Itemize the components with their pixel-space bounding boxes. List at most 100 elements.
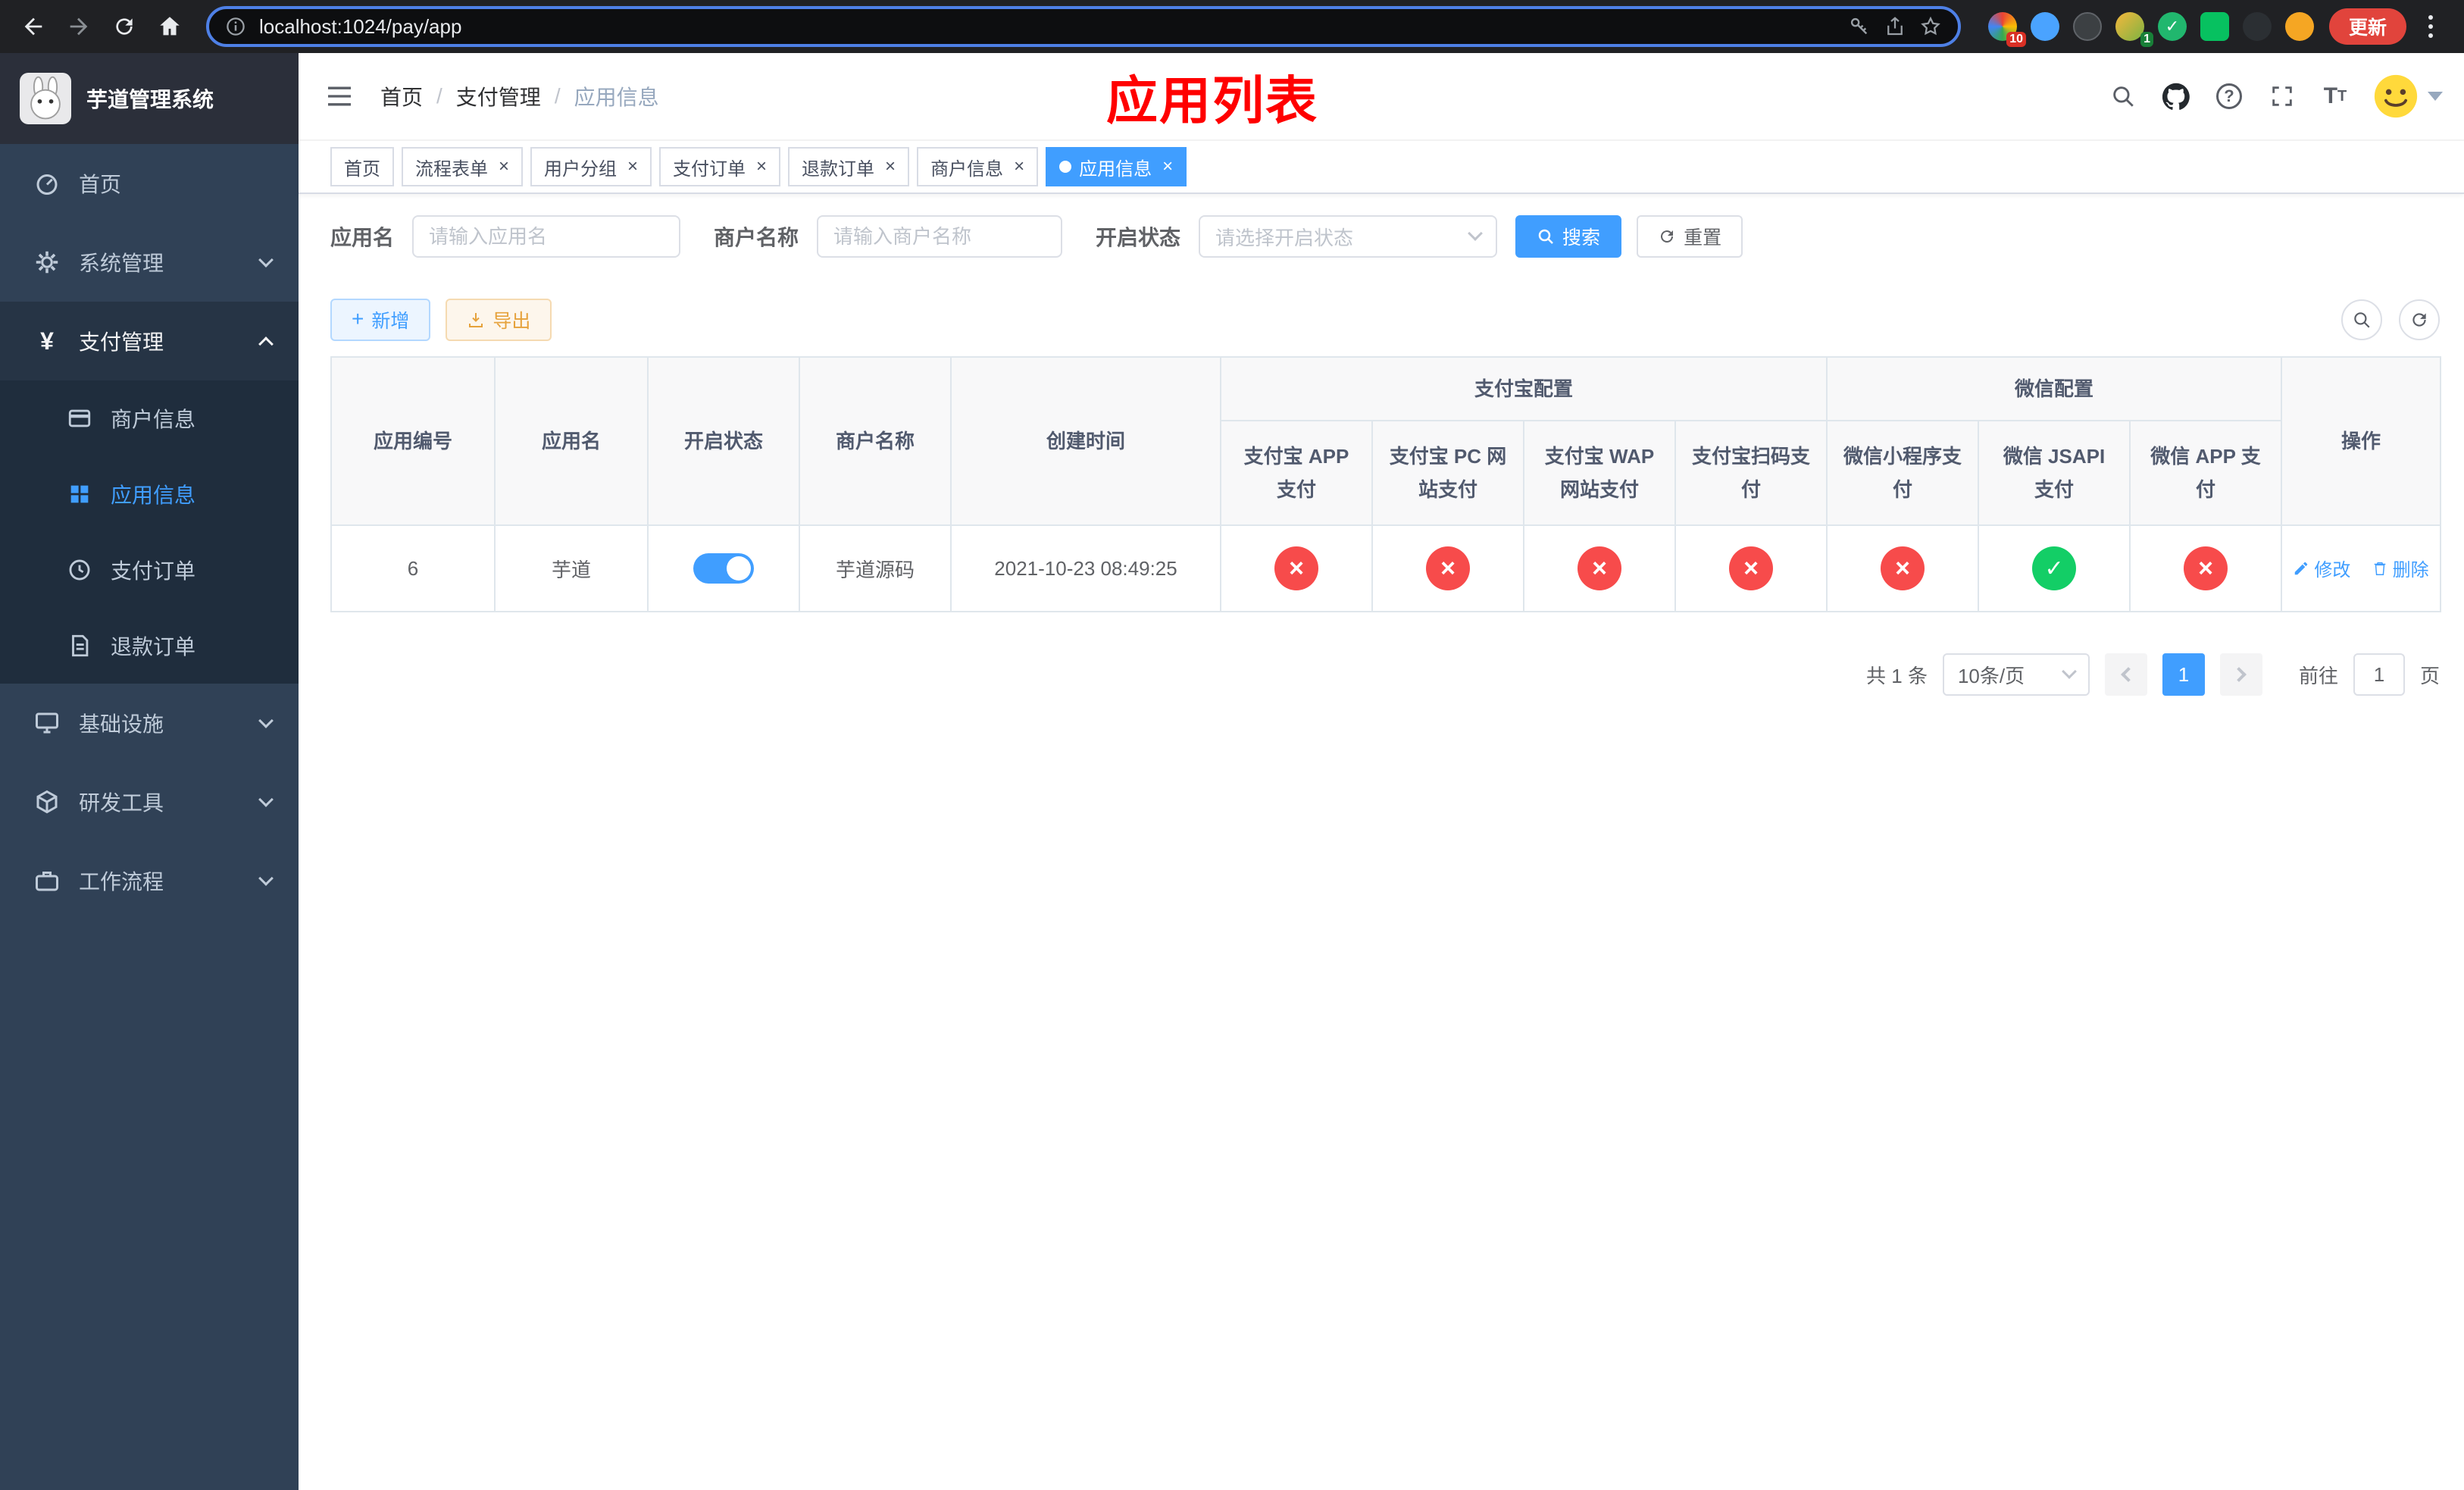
col-alipay-wap: 支付宝 WAP 网站支付 [1523, 420, 1676, 526]
extensions-bar: 10 1 ✓ [1987, 12, 2314, 47]
extension-drop-icon[interactable] [2030, 12, 2059, 41]
tab-close-icon[interactable] [885, 158, 896, 176]
tab-close-icon[interactable] [499, 158, 509, 176]
reset-button[interactable]: 重置 [1637, 215, 1743, 258]
page-1-button[interactable]: 1 [2162, 653, 2205, 696]
tab-user-group[interactable]: 用户分组 [530, 147, 652, 186]
extension-badge: 10 [2006, 32, 2026, 47]
extension-face-icon[interactable] [2284, 12, 2314, 41]
prev-page-button[interactable] [2104, 653, 2147, 696]
cell-app-id: 6 [330, 524, 496, 612]
extension-colorwheel-icon[interactable]: 10 [1987, 12, 2026, 47]
extension-dark-icon[interactable] [2072, 12, 2102, 41]
tab-refund-order[interactable]: 退款订单 [788, 147, 910, 186]
add-button[interactable]: 新增 [330, 299, 431, 341]
edit-link[interactable]: 修改 [2293, 555, 2350, 581]
col-group-wechat: 微信配置 [1826, 356, 2283, 421]
browser-chrome: localhost:1024/pay/app 10 1 ✓ 更新 [0, 0, 2464, 53]
forward-icon [70, 17, 88, 36]
breadcrumb-home[interactable]: 首页 [380, 81, 423, 111]
merchant-name-input[interactable] [817, 215, 1063, 258]
next-page-button[interactable] [2219, 653, 2262, 696]
tab-home[interactable]: 首页 [330, 147, 394, 186]
fullscreen-icon[interactable] [2267, 81, 2297, 111]
tags-view-bar: 首页 流程表单 用户分组 支付订单 退款订单 商户信息 应用信息 [299, 141, 2464, 194]
sidebar-item-app-info[interactable]: 应用信息 [0, 456, 299, 532]
sidebar-item-workflow[interactable]: 工作流程 [0, 841, 299, 920]
page-size-select[interactable]: 10条/页 [1942, 653, 2090, 696]
sidebar-item-refund-order[interactable]: 退款订单 [0, 608, 299, 684]
tab-close-icon[interactable] [627, 158, 638, 176]
url-bar[interactable]: localhost:1024/pay/app [206, 6, 1961, 47]
delete-link[interactable]: 删除 [2372, 555, 2429, 581]
tab-close-icon[interactable] [756, 158, 767, 176]
help-icon[interactable] [2214, 81, 2244, 111]
share-icon[interactable] [1884, 15, 1906, 38]
sidebar-item-home[interactable]: 首页 [0, 144, 299, 223]
sidebar-item-dev-tools[interactable]: 研发工具 [0, 762, 299, 841]
bookmark-star-icon[interactable] [1918, 14, 1943, 39]
tab-pay-order[interactable]: 支付订单 [659, 147, 781, 186]
goto-page-input[interactable] [2353, 653, 2405, 696]
config-disabled-icon [1274, 546, 1318, 590]
app-logo [20, 73, 71, 124]
app-name-input[interactable] [412, 215, 681, 258]
breadcrumb: 首页 / 支付管理 / 应用信息 [380, 81, 659, 111]
search-icon[interactable] [2108, 81, 2138, 111]
config-disabled-icon [1426, 546, 1470, 590]
sidebar-item-system[interactable]: 系统管理 [0, 223, 299, 302]
cell-app-name: 芋道 [494, 524, 649, 612]
tab-process-form[interactable]: 流程表单 [402, 147, 524, 186]
status-label: 开启状态 [1096, 226, 1181, 249]
sidebar: 芋道管理系统 首页 系统管理 ¥ 支付管理 商户信息 应用信息 支付订单 退款订… [0, 53, 299, 1490]
briefcase-icon [33, 867, 61, 894]
reload-button[interactable] [103, 5, 145, 48]
sidebar-item-pay-order[interactable]: 支付订单 [0, 532, 299, 608]
grid-icon [67, 481, 92, 507]
config-disabled-icon [1578, 546, 1621, 590]
user-avatar[interactable] [2373, 74, 2443, 119]
sidebar-item-merchant-info[interactable]: 商户信息 [0, 380, 299, 456]
status-select[interactable]: 请选择开启状态 [1199, 215, 1498, 258]
key-icon[interactable] [1847, 14, 1871, 39]
sidebar-collapse-icon[interactable] [323, 80, 356, 113]
page-annotation: 应用列表 [1106, 72, 1319, 130]
status-toggle[interactable] [693, 553, 754, 584]
chevron-down-icon [1468, 226, 1483, 241]
tab-close-icon[interactable] [1014, 158, 1024, 176]
tab-app-info[interactable]: 应用信息 [1046, 147, 1187, 186]
extension-check-icon[interactable]: ✓ [2157, 12, 2187, 41]
sidebar-item-payment[interactable]: ¥ 支付管理 [0, 302, 299, 380]
update-button[interactable]: 更新 [2328, 8, 2406, 45]
refresh-table-button[interactable] [2399, 299, 2440, 340]
dashboard-icon [33, 170, 61, 197]
app-table: 应用编号 应用名 开启状态 商户名称 创建时间 支付宝配置 微信配置 操作 支付… [330, 356, 2442, 612]
cell-created: 2021-10-23 08:49:25 [950, 524, 1221, 612]
total-count: 共 1 条 [1866, 664, 1928, 687]
extension-pin-icon[interactable] [2242, 12, 2272, 41]
info-icon[interactable] [224, 15, 247, 38]
back-button[interactable] [12, 5, 55, 48]
filter-form: 应用名 商户名称 开启状态 请选择开启状态 搜索 重置 [330, 215, 2464, 258]
browser-menu-icon[interactable] [2409, 5, 2452, 48]
tab-close-icon[interactable] [1162, 158, 1173, 176]
sidebar-item-infrastructure[interactable]: 基础设施 [0, 684, 299, 762]
table-toolbar: 新增 导出 [330, 299, 2440, 341]
home-button[interactable] [149, 5, 191, 48]
search-button[interactable]: 搜索 [1515, 215, 1622, 258]
tab-merchant-info[interactable]: 商户信息 [917, 147, 1039, 186]
breadcrumb-payment[interactable]: 支付管理 [456, 81, 541, 111]
extension-avatar-icon[interactable]: 1 [2115, 12, 2153, 47]
chevron-left-icon [2121, 667, 2136, 682]
export-button[interactable]: 导出 [446, 299, 552, 341]
font-size-icon[interactable] [2320, 81, 2350, 111]
extension-wechat-icon[interactable] [2200, 12, 2229, 41]
toggle-search-button[interactable] [2341, 299, 2382, 340]
avatar-emoji-icon [2374, 74, 2418, 118]
trash-icon [2374, 562, 2385, 575]
table-row: 6 芋道 芋道源码 2021-10-23 08:49:25 × × × × × … [330, 524, 2442, 612]
avatar-caret-icon[interactable] [2428, 92, 2443, 101]
github-icon[interactable] [2161, 81, 2191, 111]
forward-button[interactable] [58, 5, 100, 48]
merchant-name-label: 商户名称 [714, 226, 799, 249]
